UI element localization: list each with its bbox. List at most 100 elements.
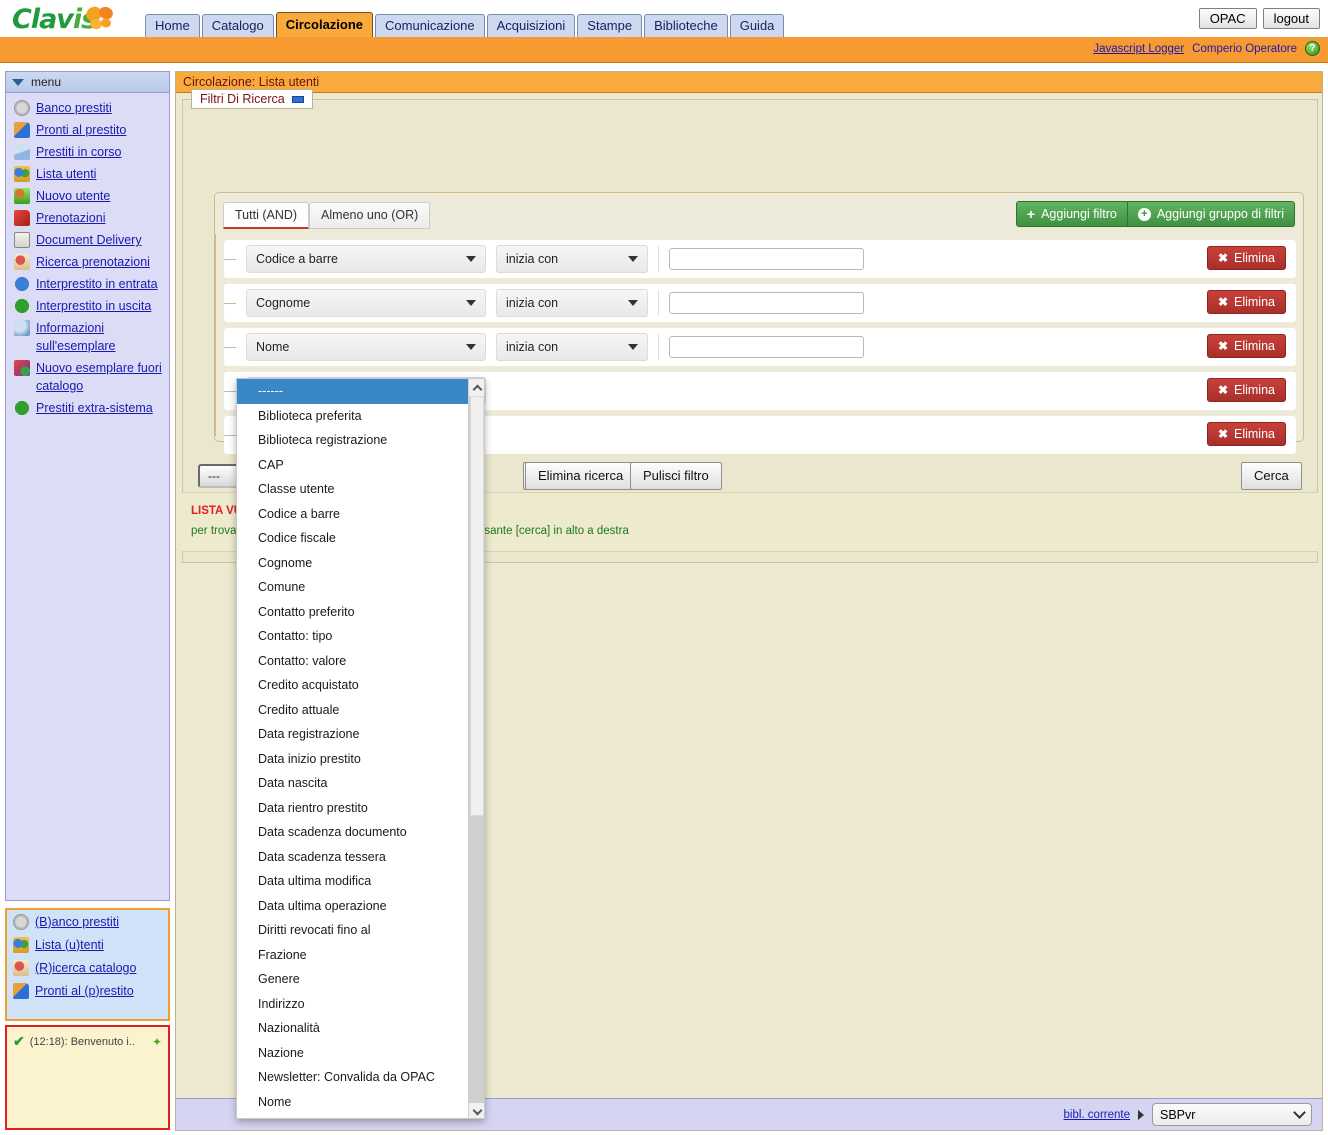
filter-operator-select-0[interactable]: inizia con [496,245,648,273]
cerca-button[interactable]: Cerca [1241,462,1302,490]
sidebar-item-label[interactable]: Document Delivery [36,231,142,249]
filter-operator-select-2[interactable]: inizia con [496,333,648,361]
scroll-down-icon[interactable] [469,1103,485,1119]
quicklink-item-0[interactable]: (B)anco prestiti [7,910,168,933]
dropdown-option-22[interactable]: Diritti revocati fino al [237,918,470,943]
sidebar-item-7[interactable]: Ricerca prenotazioni [6,251,169,273]
quicklink-item-2[interactable]: (R)icerca catalogo [7,956,168,979]
dropdown-option-8[interactable]: Comune [237,575,470,600]
quicklink-item-1[interactable]: Lista (u)tenti [7,933,168,956]
help-icon[interactable]: ? [1305,41,1320,56]
javascript-logger-link[interactable]: Javascript Logger [1093,43,1184,55]
add-filter-group-button[interactable]: + Aggiungi gruppo di filtri [1128,201,1295,227]
dropdown-option-0[interactable]: ------ [237,379,470,404]
dropdown-option-16[interactable]: Data nascita [237,771,470,796]
nav-tab-circolazione[interactable]: Circolazione [276,12,373,38]
scrollbar-thumb[interactable] [470,396,484,816]
sidebar-menu-header[interactable]: menu [6,72,169,93]
quicklink-label[interactable]: (R)icerca catalogo [35,961,136,975]
add-filter-button[interactable]: + Aggiungi filtro [1016,201,1128,227]
filter-value-input-0[interactable] [669,248,864,270]
sidebar-item-label[interactable]: Nuovo esemplare fuori catalogo [36,359,165,395]
dropdown-option-27[interactable]: Nazione [237,1041,470,1066]
sidebar-item-10[interactable]: Informazioni sull'esemplare [6,317,169,357]
sidebar-item-9[interactable]: Interprestito in uscita [6,295,169,317]
delete-filter-button-0[interactable]: ✖Elimina [1207,246,1286,270]
sidebar-item-4[interactable]: Nuovo utente [6,185,169,207]
sidebar-item-5[interactable]: Prenotazioni [6,207,169,229]
delete-filter-button-3[interactable]: ✖Elimina [1207,378,1286,402]
dropdown-option-19[interactable]: Data scadenza tessera [237,845,470,870]
dropdown-scrollbar[interactable] [468,379,484,1119]
logout-button[interactable]: logout [1263,8,1320,29]
dropdown-option-1[interactable]: Biblioteca preferita [237,404,470,429]
elimina-ricerca-button[interactable]: Elimina ricerca [525,462,636,490]
sidebar-item-label[interactable]: Lista utenti [36,165,96,183]
sidebar-item-label[interactable]: Banco prestiti [36,99,112,117]
nav-tab-home[interactable]: Home [145,14,200,38]
sidebar-item-8[interactable]: Interprestito in entrata [6,273,169,295]
dropdown-option-2[interactable]: Biblioteca registrazione [237,428,470,453]
dropdown-option-25[interactable]: Indirizzo [237,992,470,1017]
tab-almeno-uno-or[interactable]: Almeno uno (OR) [309,202,430,229]
main-nav-tabs[interactable]: Home Catalogo Circolazione Comunicazione… [145,12,786,38]
field-select-dropdown[interactable]: ------Biblioteca preferitaBiblioteca reg… [236,378,485,1119]
dropdown-option-14[interactable]: Data registrazione [237,722,470,747]
sidebar-item-3[interactable]: Lista utenti [6,163,169,185]
dropdown-option-17[interactable]: Data rientro prestito [237,796,470,821]
dropdown-option-21[interactable]: Data ultima operazione [237,894,470,919]
filter-value-input-1[interactable] [669,292,864,314]
sidebar-item-label[interactable]: Interprestito in entrata [36,275,158,293]
dropdown-option-28[interactable]: Newsletter: Convalida da OPAC [237,1065,470,1090]
sidebar-item-label[interactable]: Interprestito in uscita [36,297,151,315]
sidebar-item-label[interactable]: Nuovo utente [36,187,110,205]
nav-tab-acquisizioni[interactable]: Acquisizioni [487,14,576,38]
dropdown-option-18[interactable]: Data scadenza documento [237,820,470,845]
sidebar-item-6[interactable]: Document Delivery [6,229,169,251]
dropdown-option-29[interactable]: Nome [237,1090,470,1115]
quicklink-label[interactable]: (B)anco prestiti [35,915,119,929]
nav-tab-stampe[interactable]: Stampe [577,14,642,38]
delete-filter-button-1[interactable]: ✖Elimina [1207,290,1286,314]
sidebar-item-label[interactable]: Prestiti extra-sistema [36,399,153,417]
dropdown-option-4[interactable]: Classe utente [237,477,470,502]
dropdown-option-7[interactable]: Cognome [237,551,470,576]
bibl-corrente-link[interactable]: bibl. corrente [1064,1109,1130,1121]
dropdown-option-23[interactable]: Frazione [237,943,470,968]
quicklink-label[interactable]: Lista (u)tenti [35,938,104,952]
sidebar-item-label[interactable]: Informazioni sull'esemplare [36,319,165,355]
sidebar-item-1[interactable]: Pronti al prestito [6,119,169,141]
nav-tab-biblioteche[interactable]: Biblioteche [644,14,728,38]
nav-tab-comunicazione[interactable]: Comunicazione [375,14,485,38]
collapse-icon[interactable] [292,96,304,103]
dropdown-options-list[interactable]: ------Biblioteca preferitaBiblioteca reg… [237,379,470,1114]
filter-operator-select-1[interactable]: inizia con [496,289,648,317]
dropdown-option-26[interactable]: Nazionalità [237,1016,470,1041]
filter-field-select-0[interactable]: Codice a barre [246,245,486,273]
delete-filter-button-4[interactable]: ✖Elimina [1207,422,1286,446]
pulisci-filtro-button[interactable]: Pulisci filtro [630,462,722,490]
sidebar-item-label[interactable]: Prenotazioni [36,209,106,227]
scroll-up-icon[interactable] [469,379,485,396]
sidebar-item-label[interactable]: Prestiti in corso [36,143,121,161]
sidebar-item-label[interactable]: Ricerca prenotazioni [36,253,150,271]
filter-value-input-2[interactable] [669,336,864,358]
dropdown-option-20[interactable]: Data ultima modifica [237,869,470,894]
opac-button[interactable]: OPAC [1199,8,1257,29]
sidebar-item-11[interactable]: Nuovo esemplare fuori catalogo [6,357,169,397]
nav-tab-guida[interactable]: Guida [730,14,785,38]
expand-icon[interactable]: ✦ [152,1035,162,1049]
sidebar-item-12[interactable]: Prestiti extra-sistema [6,397,169,419]
quicklink-label[interactable]: Pronti al (p)restito [35,984,134,998]
filter-field-select-1[interactable]: Cognome [246,289,486,317]
sidebar-item-0[interactable]: Banco prestiti [6,97,169,119]
quicklink-item-3[interactable]: Pronti al (p)restito [7,979,168,1002]
match-mode-tabs[interactable]: Tutti (AND) Almeno uno (OR) [223,202,430,229]
dropdown-option-5[interactable]: Codice a barre [237,502,470,527]
nav-tab-catalogo[interactable]: Catalogo [202,14,274,38]
delete-filter-button-2[interactable]: ✖Elimina [1207,334,1286,358]
dropdown-option-12[interactable]: Credito acquistato [237,673,470,698]
dropdown-option-15[interactable]: Data inizio prestito [237,747,470,772]
dropdown-option-6[interactable]: Codice fiscale [237,526,470,551]
sidebar-item-2[interactable]: Prestiti in corso [6,141,169,163]
